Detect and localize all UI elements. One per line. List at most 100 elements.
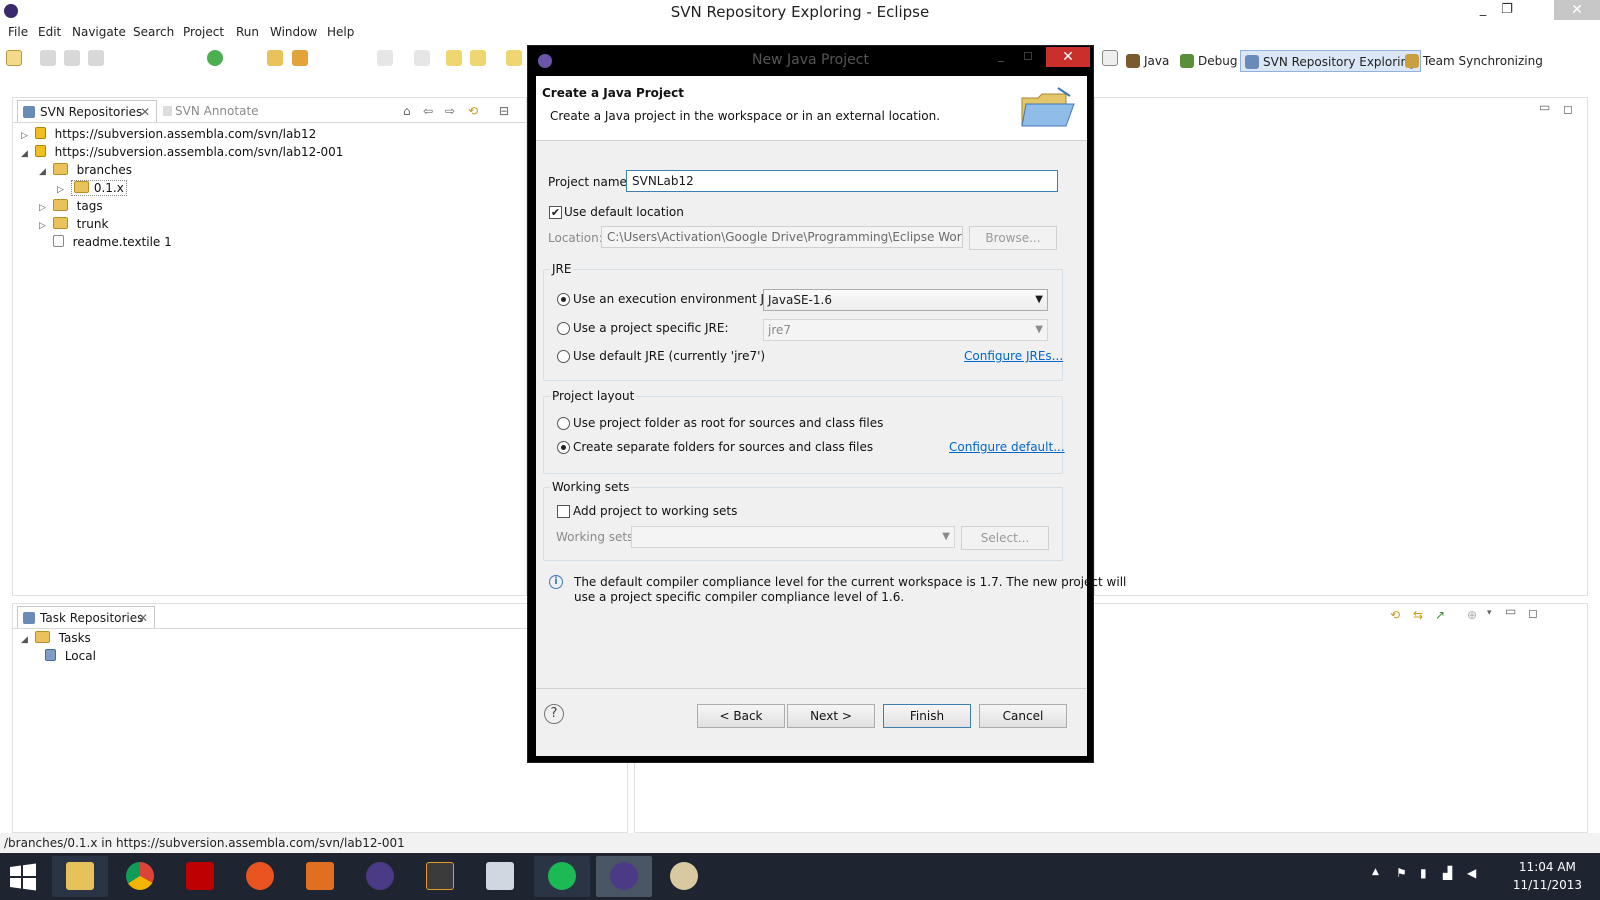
menu-project[interactable]: Project [183, 25, 224, 39]
back-arrow-icon[interactable] [470, 50, 486, 66]
select-working-sets-button[interactable]: Select... [961, 526, 1049, 550]
save-icon[interactable] [40, 50, 56, 66]
dialog-maximize-button[interactable]: ◻ [1023, 48, 1033, 62]
back-icon[interactable]: ⇦ [423, 104, 433, 118]
home-icon[interactable]: ⌂ [403, 104, 411, 118]
matlab-app[interactable] [292, 856, 348, 897]
show-hidden-icons-icon[interactable]: ▲ [1372, 867, 1379, 877]
close-tab-icon[interactable]: ✕ [138, 607, 148, 629]
eclipse-launcher-app[interactable] [352, 856, 408, 897]
spotify-app[interactable] [534, 856, 590, 897]
sync-icon[interactable]: ⟲ [1390, 608, 1400, 622]
project-name-input[interactable]: SVNLab12 [626, 170, 1058, 192]
browse-button[interactable]: Browse... [969, 226, 1057, 250]
menu-run[interactable]: Run [236, 25, 259, 39]
new-icon[interactable] [6, 50, 22, 66]
system-clock[interactable]: 11:04 AM 11/11/2013 [1513, 858, 1582, 894]
back-button[interactable]: < Back [697, 704, 785, 728]
use-default-location-checkbox[interactable]: ✔ [549, 206, 562, 219]
calculator-app[interactable] [472, 856, 528, 897]
close-button[interactable]: ✕ [1554, 0, 1600, 20]
maximize-view-icon[interactable]: ◻ [1563, 102, 1573, 116]
prev-annotation-icon[interactable] [414, 50, 430, 66]
project-specific-jre-radio[interactable] [557, 322, 570, 335]
start-button-icon[interactable] [8, 863, 38, 891]
minimize-view-icon[interactable]: ▭ [1505, 604, 1516, 618]
exec-env-select[interactable]: JavaSE-1.6 ▼ [763, 289, 1048, 311]
tree-item-tasks[interactable]: ◢ Tasks [21, 629, 91, 647]
collapse-icon[interactable]: ◢ [21, 145, 31, 163]
menu-file[interactable]: File [8, 25, 28, 39]
cancel-button[interactable]: Cancel [979, 704, 1067, 728]
tree-item-tags[interactable]: ▷ tags [39, 197, 103, 215]
menu-search[interactable]: Search [133, 25, 174, 39]
configure-jres-link[interactable]: Configure JREs... [964, 349, 1063, 363]
forward-arrow-icon[interactable] [506, 50, 522, 66]
tab-svn-repositories[interactable]: SVN Repositories ✕ [17, 100, 157, 122]
dialog-close-button[interactable]: ✕ [1046, 47, 1090, 67]
file-explorer-app[interactable] [52, 856, 108, 897]
forward-icon[interactable]: ⇨ [445, 104, 455, 118]
power-icon[interactable]: ▮ [1420, 866, 1427, 880]
layout-root-radio[interactable] [557, 417, 570, 430]
location-input[interactable]: C:\Users\Activation\Google Drive\Program… [601, 226, 963, 248]
minimize-view-icon[interactable]: ▭ [1539, 100, 1550, 114]
tree-item-branches[interactable]: ◢ branches [39, 161, 132, 179]
tree-item-0-1-x[interactable]: ▷ 0.1.x [57, 179, 127, 197]
menu-navigate[interactable]: Navigate [72, 25, 126, 39]
tree-item-local[interactable]: Local [45, 647, 96, 665]
minimize-button[interactable]: _ [1470, 2, 1496, 20]
perspective-java[interactable]: Java [1126, 50, 1169, 72]
help-button[interactable]: ? [544, 704, 564, 724]
finish-button[interactable]: Finish [883, 704, 971, 728]
tab-svn-annotate[interactable]: SVN Annotate [163, 100, 259, 122]
next-annotation-icon[interactable] [377, 50, 393, 66]
ubuntu-app[interactable] [232, 856, 288, 897]
eclipse-running-app[interactable] [596, 856, 652, 897]
network-icon[interactable]: ▟ [1443, 866, 1452, 880]
export-icon[interactable]: ↗ [1435, 608, 1445, 622]
action-center-flag-icon[interactable]: ⚑ [1396, 866, 1407, 880]
pin-icon[interactable]: ⊕ [1467, 608, 1477, 622]
menu-edit[interactable]: Edit [38, 25, 61, 39]
synchronize-icon[interactable]: ⇆ [1413, 608, 1423, 622]
collapse-icon[interactable]: ◢ [39, 163, 49, 181]
collapse-icon[interactable]: ◢ [21, 631, 31, 649]
perspective-team-sync[interactable]: Team Synchronizing [1405, 50, 1543, 72]
tab-task-repositories[interactable]: Task Repositories ✕ [17, 606, 155, 628]
refresh-icon[interactable]: ⟲ [468, 104, 478, 118]
maximize-view-icon[interactable]: ◻ [1528, 606, 1538, 620]
filezilla-app[interactable] [172, 856, 228, 897]
print-icon[interactable] [88, 50, 104, 66]
perspective-debug[interactable]: Debug [1180, 50, 1237, 72]
open-folder-icon[interactable] [267, 50, 283, 66]
dialog-minimize-button[interactable]: _ [998, 48, 1004, 62]
volume-icon[interactable]: ◀ [1467, 866, 1476, 880]
collapse-all-icon[interactable]: ⊟ [499, 104, 509, 118]
perspective-svn[interactable]: SVN Repository Exploring [1240, 50, 1421, 72]
restore-button[interactable]: ❐ [1494, 2, 1520, 20]
save-all-icon[interactable] [64, 50, 80, 66]
tree-item-trunk[interactable]: ▷ trunk [39, 215, 108, 233]
sublime-app[interactable] [412, 856, 468, 897]
working-sets-select[interactable]: ▼ [631, 526, 955, 548]
paint-app[interactable] [656, 856, 712, 897]
next-button[interactable]: Next > [787, 704, 875, 728]
menu-help[interactable]: Help [327, 25, 354, 39]
last-edit-icon[interactable] [446, 50, 462, 66]
layout-separate-radio[interactable] [557, 441, 570, 454]
view-menu-icon[interactable]: ▾ [1487, 608, 1492, 618]
exec-env-radio[interactable] [557, 293, 570, 306]
add-to-working-sets-checkbox[interactable] [557, 505, 570, 518]
project-specific-jre-select[interactable]: jre7 ▼ [763, 319, 1048, 341]
close-tab-icon[interactable]: ✕ [140, 101, 150, 123]
new-repo-location-icon[interactable] [207, 50, 223, 66]
tree-item-lab12-001[interactable]: ◢ https://subversion.assembla.com/svn/la… [21, 143, 343, 161]
open-perspective-icon[interactable] [1102, 50, 1118, 66]
chrome-app[interactable] [112, 856, 168, 897]
configure-default-link[interactable]: Configure default... [949, 440, 1065, 454]
menu-window[interactable]: Window [270, 25, 317, 39]
pen-icon[interactable] [292, 50, 308, 66]
tree-item-readme[interactable]: readme.textile 1 [39, 233, 172, 251]
tree-item-lab12[interactable]: ▷ https://subversion.assembla.com/svn/la… [21, 125, 316, 143]
